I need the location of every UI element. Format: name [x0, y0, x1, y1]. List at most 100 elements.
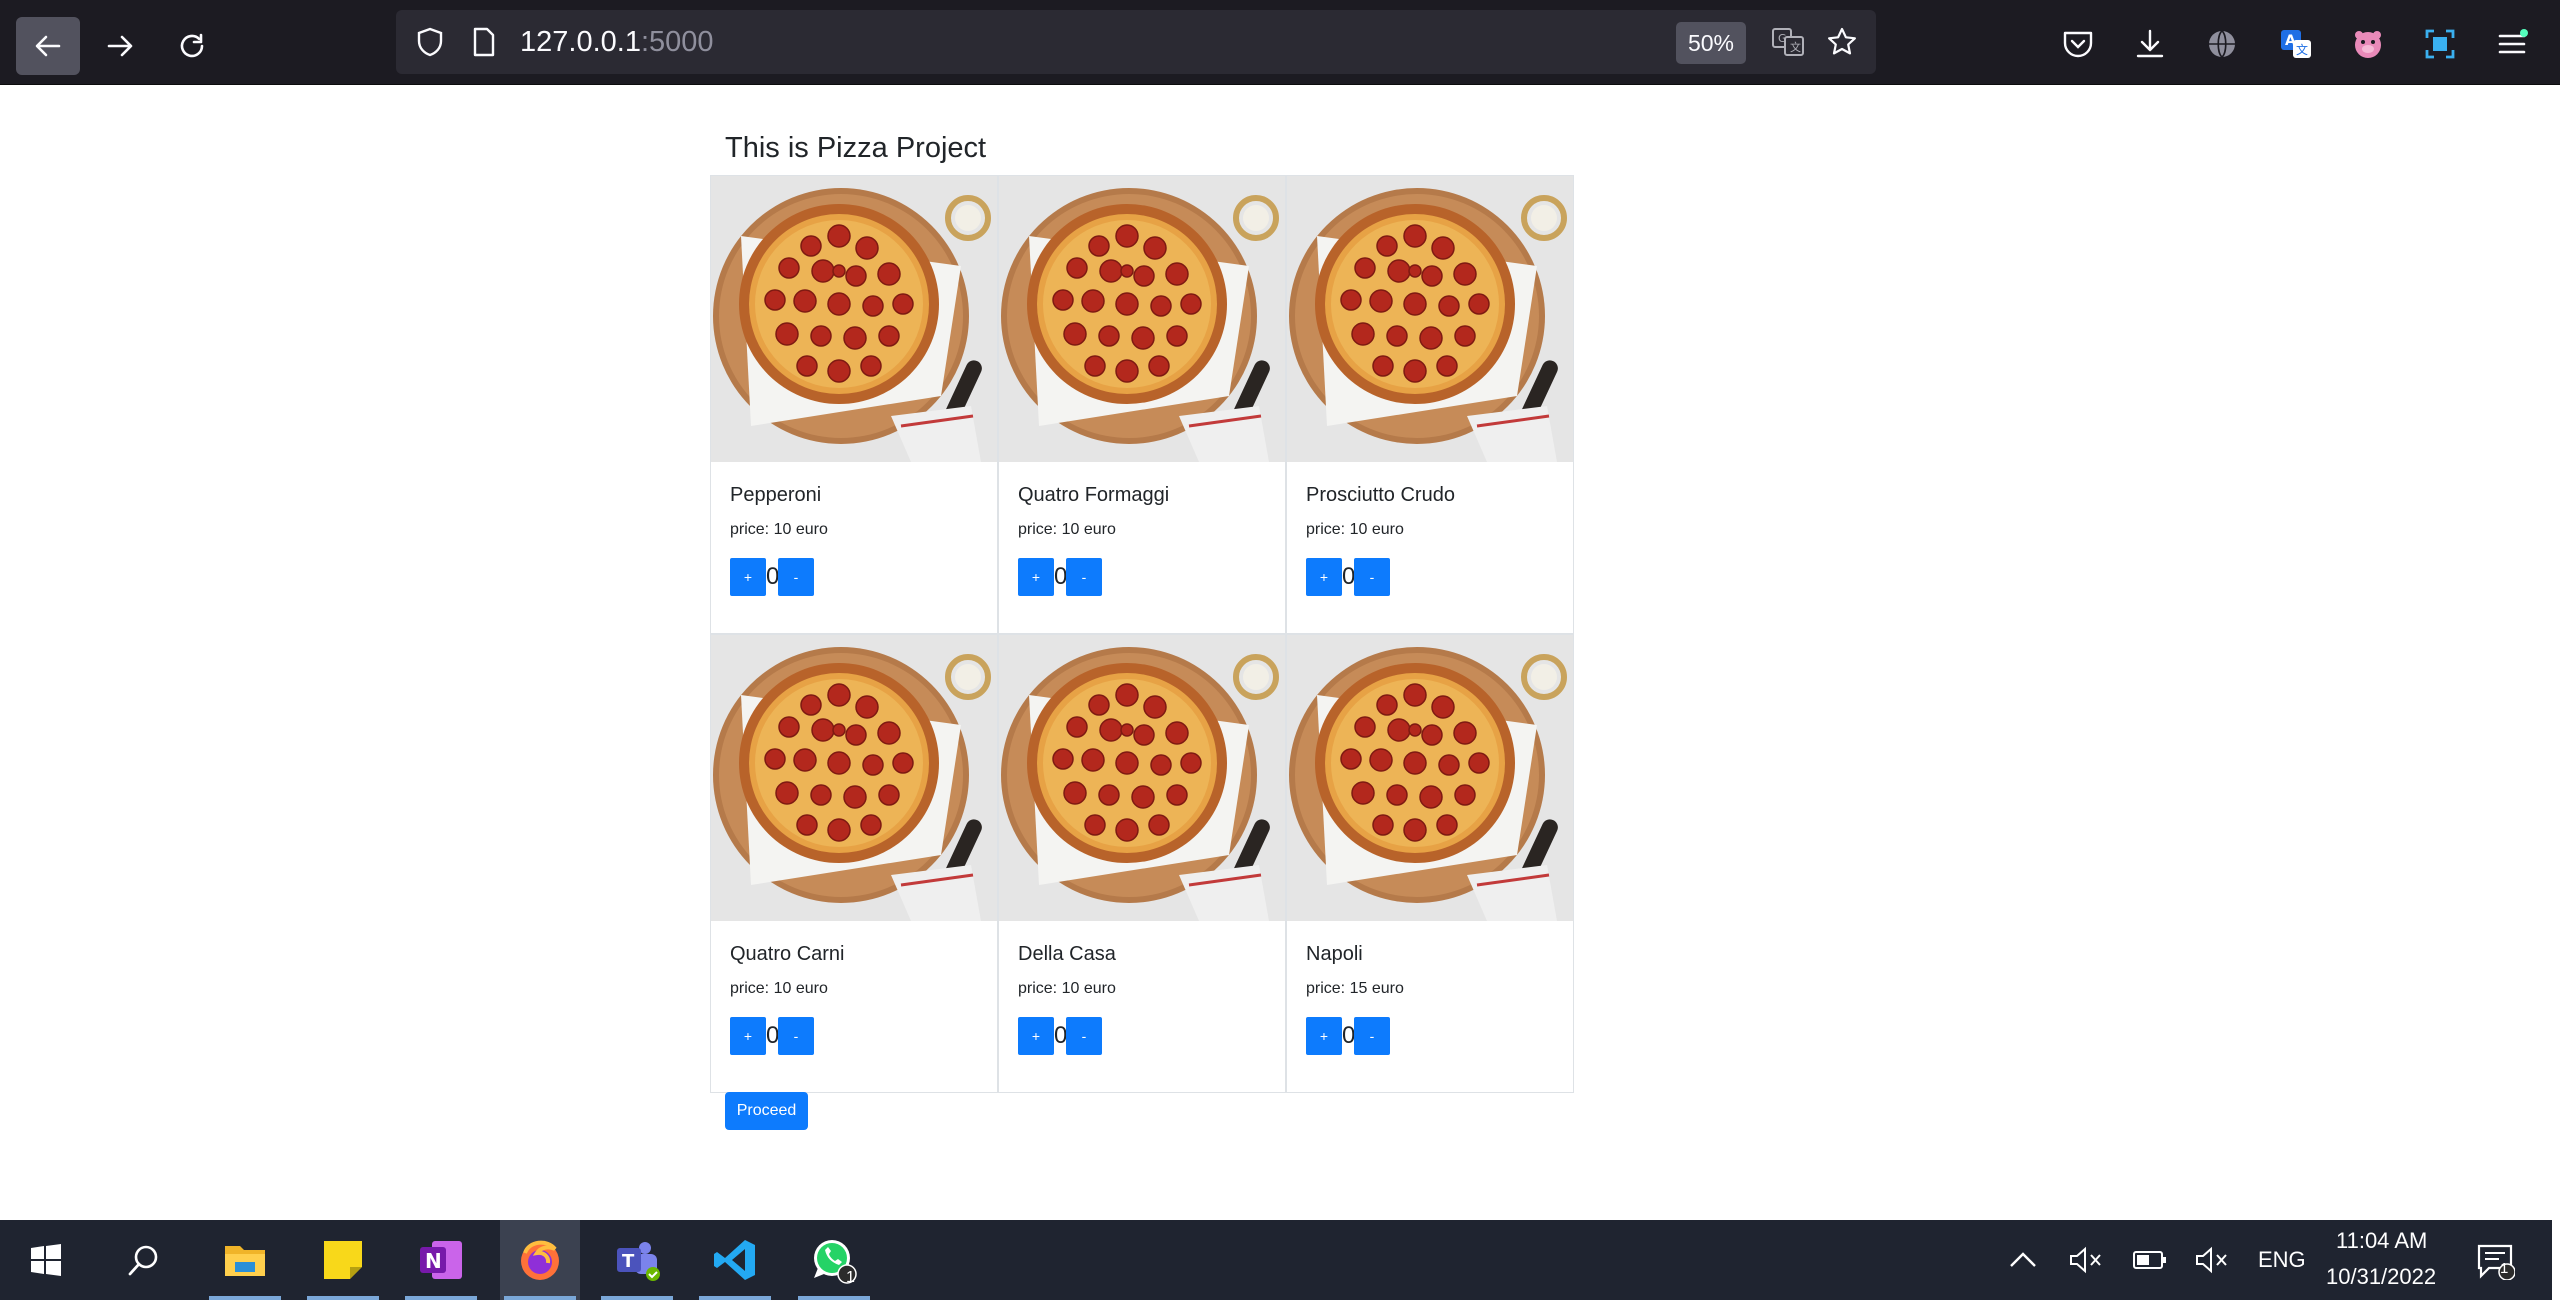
increase-button[interactable]: + — [730, 558, 766, 596]
pizza-image — [711, 176, 997, 462]
decrease-button[interactable]: - — [1066, 1017, 1102, 1055]
quantity-stepper: +0- — [1018, 1017, 1102, 1055]
globe-icon[interactable] — [2200, 22, 2244, 66]
product-card: Prosciutto Crudo price: 10 euro +0- — [1286, 175, 1574, 634]
product-price: price: 15 euro — [1306, 980, 1404, 997]
translator-extension-icon[interactable]: A文 — [2274, 22, 2318, 66]
increase-button[interactable]: + — [1306, 1017, 1342, 1055]
increase-button[interactable]: + — [1306, 558, 1342, 596]
folder-icon — [225, 1246, 265, 1276]
clock-date[interactable]: 10/31/2022 — [2326, 1264, 2436, 1290]
screenshot-icon[interactable] — [2418, 22, 2462, 66]
start-button[interactable] — [6, 1220, 86, 1300]
pizza-image — [1287, 635, 1573, 921]
product-name: Della Casa — [1018, 943, 1116, 965]
downloads-icon[interactable] — [2128, 22, 2172, 66]
zoom-level-badge[interactable]: 50% — [1676, 22, 1746, 64]
app-running-indicator — [504, 1296, 576, 1300]
page-title: This is Pizza Project — [725, 132, 987, 164]
pizza-image — [1287, 176, 1573, 462]
firefox-icon — [521, 1240, 559, 1280]
increase-button[interactable]: + — [1018, 558, 1054, 596]
reload-icon — [180, 33, 204, 58]
teams-icon: T — [617, 1242, 660, 1281]
product-name: Quatro Carni — [730, 943, 845, 965]
url-text[interactable]: 127.0.0.1:5000 — [520, 26, 714, 59]
quantity-value: 0 — [1342, 563, 1356, 590]
app-running-indicator — [209, 1296, 281, 1300]
arrow-right-icon — [107, 35, 133, 57]
translate-icon[interactable]: G文 — [1768, 22, 1808, 62]
product-grid: Pepperoni price: 10 euro +0- Quatro Formag… — [710, 175, 1574, 1093]
decrease-button[interactable]: - — [1066, 558, 1102, 596]
quantity-value: 0 — [766, 563, 780, 590]
product-name: Quatro Formaggi — [1018, 484, 1170, 506]
quantity-stepper: +0- — [730, 1017, 814, 1055]
taskbar-file-explorer[interactable] — [205, 1220, 285, 1300]
decrease-button[interactable]: - — [778, 558, 814, 596]
taskbar-vscode[interactable] — [695, 1220, 775, 1300]
volume-muted-icon[interactable] — [2066, 1242, 2106, 1278]
search-button[interactable] — [104, 1220, 184, 1300]
taskbar-whatsapp[interactable]: 1 — [794, 1220, 874, 1300]
windows-icon — [31, 1244, 61, 1276]
product-name: Napoli — [1306, 943, 1363, 965]
reload-button[interactable] — [160, 17, 224, 75]
quantity-value: 0 — [766, 1022, 780, 1049]
product-price: price: 10 euro — [730, 980, 828, 997]
shield-icon[interactable] — [412, 24, 448, 60]
increase-button[interactable]: + — [1018, 1017, 1054, 1055]
svg-text:T: T — [622, 1251, 635, 1272]
app-running-indicator — [798, 1296, 870, 1300]
taskbar-teams[interactable]: T — [597, 1220, 677, 1300]
taskbar-onenote[interactable]: N — [401, 1220, 481, 1300]
speaker-muted-icon[interactable] — [2192, 1242, 2232, 1278]
app-running-indicator — [405, 1296, 477, 1300]
increase-button[interactable]: + — [730, 1017, 766, 1055]
show-desktop-button[interactable] — [2552, 1220, 2560, 1300]
quantity-value: 0 — [1342, 1022, 1356, 1049]
product-name: Pepperoni — [730, 484, 822, 506]
product-card: Della Casa price: 10 euro +0- — [998, 634, 1286, 1093]
pocket-icon[interactable] — [2056, 22, 2100, 66]
url-bar[interactable]: 127.0.0.1:5000 50% G文 — [396, 10, 1876, 74]
svg-text:N: N — [425, 1249, 442, 1273]
taskbar-sticky-notes[interactable] — [303, 1220, 383, 1300]
pizza-image — [711, 635, 997, 921]
battery-icon[interactable] — [2130, 1242, 2170, 1278]
pizza-image — [999, 635, 1285, 921]
notification-badge: 1 — [2500, 1260, 2509, 1277]
taskbar: N T 1 ENG 11:04 AM 10/31/2022 1 — [0, 1220, 2560, 1300]
quantity-value: 0 — [1054, 563, 1068, 590]
svg-text:文: 文 — [1790, 40, 1801, 54]
chevron-up-icon[interactable] — [2005, 1242, 2041, 1278]
quantity-value: 0 — [1054, 1022, 1068, 1049]
product-price: price: 10 euro — [1018, 980, 1116, 997]
svg-text:G: G — [1778, 32, 1787, 45]
decrease-button[interactable]: - — [778, 1017, 814, 1055]
app-running-indicator — [699, 1296, 771, 1300]
quantity-stepper: +0- — [1306, 1017, 1390, 1055]
page-icon[interactable] — [466, 24, 502, 60]
quantity-stepper: +0- — [730, 558, 814, 596]
product-price: price: 10 euro — [1306, 521, 1404, 538]
bookmark-star-icon[interactable] — [1822, 22, 1862, 62]
sticky-notes-icon — [324, 1241, 362, 1279]
pig-extension-icon[interactable] — [2346, 22, 2390, 66]
taskbar-firefox[interactable] — [500, 1220, 580, 1300]
onenote-icon: N — [420, 1241, 462, 1279]
back-button[interactable] — [16, 17, 80, 75]
decrease-button[interactable]: - — [1354, 558, 1390, 596]
clock-time[interactable]: 11:04 AM — [2336, 1228, 2427, 1254]
quantity-stepper: +0- — [1018, 558, 1102, 596]
pizza-image — [999, 176, 1285, 462]
menu-icon[interactable] — [2490, 22, 2534, 66]
browser-toolbar: 127.0.0.1:5000 50% G文 A文 — [0, 0, 2560, 85]
proceed-button[interactable]: Proceed — [725, 1092, 808, 1130]
notification-center-button[interactable]: 1 — [2472, 1240, 2520, 1284]
product-price: price: 10 euro — [1018, 521, 1116, 538]
forward-button[interactable] — [88, 17, 152, 75]
arrow-left-icon — [35, 35, 61, 57]
decrease-button[interactable]: - — [1354, 1017, 1390, 1055]
language-indicator[interactable]: ENG — [2258, 1247, 2306, 1273]
